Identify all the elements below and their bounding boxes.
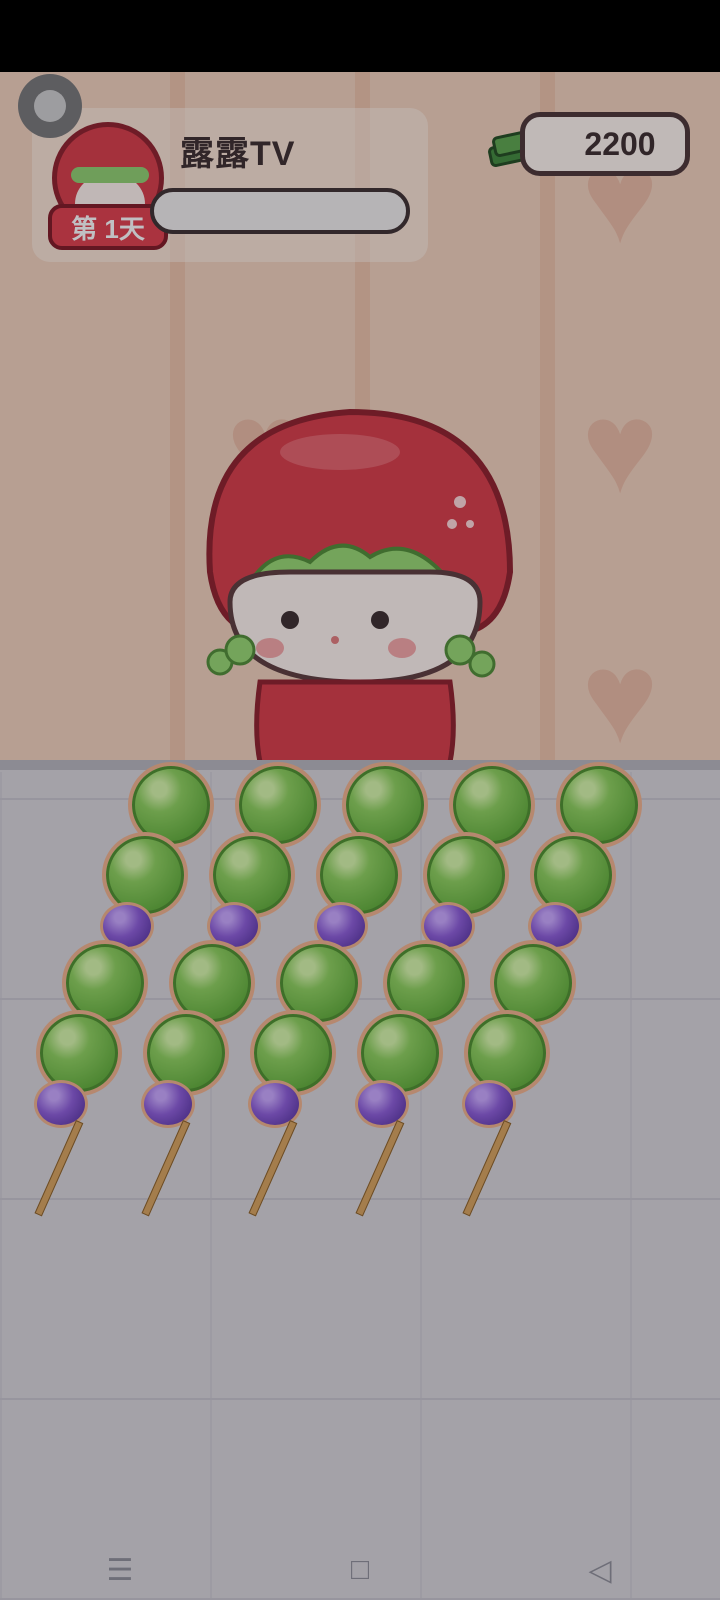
heart-decoration: ♥: [581, 624, 659, 770]
heart-decoration: ♥: [581, 374, 659, 520]
menu-icon[interactable]: ☰: [90, 1540, 150, 1600]
currency-counter: 2200: [520, 112, 690, 176]
player-name: 露露TV: [180, 135, 296, 173]
status-bar: [0, 0, 720, 72]
home-icon[interactable]: □: [330, 1540, 390, 1600]
avatar-hair: [71, 167, 149, 183]
gear-icon[interactable]: [18, 74, 82, 138]
day-progress-bar: [150, 188, 410, 234]
system-nav-bar: ☰ □ ◁: [0, 1540, 720, 1600]
game-scene: ♥ ♥ ♥ ♥ 第 1天 露露TV 2200: [0, 72, 720, 1600]
back-icon[interactable]: ◁: [570, 1540, 630, 1600]
currency-amount: 2200: [584, 125, 656, 162]
